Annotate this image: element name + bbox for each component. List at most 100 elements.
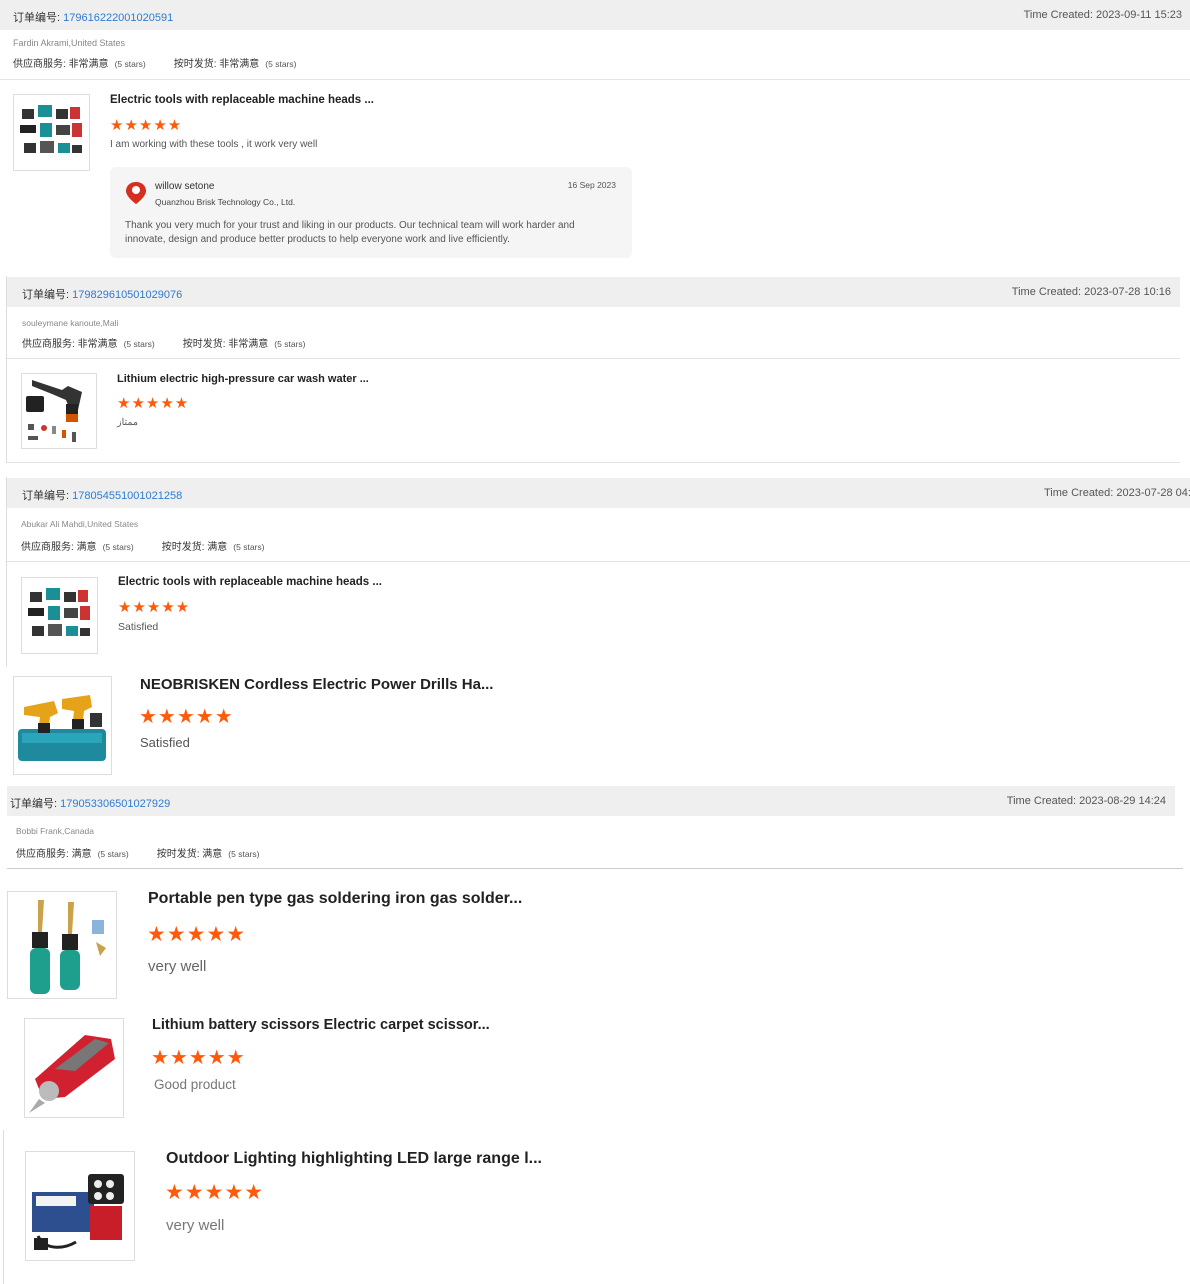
time-created: Time Created: 2023-07-28 10:16: [1012, 286, 1171, 298]
soldering-iron-image: [30, 900, 106, 994]
delivery-rating: 满意: [207, 542, 228, 553]
divider: [7, 868, 1183, 869]
order-number-link[interactable]: 179829610501029076: [72, 289, 182, 301]
product-image[interactable]: [24, 1018, 124, 1118]
product-title[interactable]: Outdoor Lighting highlighting LED large …: [166, 1150, 542, 1168]
seller-reply: willow setone Quanzhou Brisk Technology …: [110, 167, 632, 258]
star-rating: ★★★★★: [118, 599, 191, 616]
delivery-label: 按时发货:: [161, 542, 205, 553]
buyer-name: Bobbi Frank,Canada: [16, 826, 94, 836]
time-label: Time Created:: [1011, 286, 1082, 298]
power-drill-kit-image: [18, 695, 106, 761]
product-title[interactable]: Electric tools with replaceable machine …: [110, 94, 374, 106]
order-number-label: 订单编号:: [13, 12, 61, 24]
order-number-label: 订单编号:: [10, 798, 58, 810]
time-value: 2023-09-11 15:23: [1095, 9, 1182, 21]
electric-scissors-image: [29, 1035, 115, 1113]
order-number: 订单编号: 179829610501029076: [22, 286, 182, 302]
product-image[interactable]: [21, 577, 98, 654]
time-label: Time Created:: [1023, 9, 1093, 21]
tool-kit-image: [20, 105, 82, 153]
star-rating: ★★★★★: [139, 706, 234, 728]
supplier-rating: 满意: [76, 542, 97, 553]
divider: [7, 358, 1180, 359]
divider: [0, 79, 1190, 80]
product-image[interactable]: [21, 373, 97, 449]
delivery-rating: 非常满意: [219, 59, 260, 70]
delivery-rating: 非常满意: [228, 339, 269, 350]
product-title[interactable]: NEOBRISKEN Cordless Electric Power Drill…: [140, 676, 493, 693]
time-value: 2023-08-29 14:24: [1079, 795, 1166, 807]
delivery-stars: (5 stars): [228, 849, 260, 859]
supplier-rating: 非常满意: [68, 59, 109, 70]
delivery-stars: (5 stars): [265, 59, 297, 69]
supplier-service-label: 供应商服务:: [21, 542, 74, 553]
supplier-stars: (5 stars): [123, 339, 155, 349]
divider: [7, 561, 1190, 562]
reply-company: Quanzhou Brisk Technology Co., Ltd.: [155, 197, 296, 207]
time-value: 2023-07-28 04:29: [1116, 487, 1190, 499]
order-number-link[interactable]: 178054551001021258: [72, 490, 182, 502]
product-image[interactable]: [13, 94, 90, 171]
order-number-label: 订单编号:: [22, 490, 70, 502]
order-number: 订单编号: 179616222001020591: [13, 9, 173, 25]
reply-date: 16 Sep 2023: [567, 180, 616, 190]
product-title[interactable]: Portable pen type gas soldering iron gas…: [148, 890, 522, 908]
order-number-label: 订单编号:: [22, 289, 70, 301]
star-rating: ★★★★★: [117, 395, 190, 412]
delivery-stars: (5 stars): [233, 542, 265, 552]
card-border-left: [3, 1130, 4, 1284]
order-number-link[interactable]: 179053306501027929: [60, 798, 170, 810]
seller-ratings: 供应商服务: 满意 (5 stars) 按时发货: 满意 (5 stars): [16, 845, 259, 860]
car-wash-gun-image: [26, 380, 82, 442]
product-image[interactable]: [7, 891, 117, 999]
time-created: Time Created: 2023-09-11 15:23: [1024, 9, 1182, 21]
delivery-rating: 满意: [202, 849, 223, 860]
review-comment: Satisfied: [118, 621, 159, 633]
buyer-name: Abukar Ali Mahdi,United States: [21, 519, 139, 529]
order-number-link[interactable]: 179616222001020591: [63, 12, 173, 24]
order-header: 订单编号: 179616222001020591 Time Created: 2…: [0, 0, 1190, 30]
supplier-service-label: 供应商服务:: [22, 339, 75, 350]
seller-ratings: 供应商服务: 非常满意 (5 stars) 按时发货: 非常满意 (5 stars): [13, 55, 296, 70]
supplier-stars: (5 stars): [102, 542, 134, 552]
order-header: 订单编号: 179829610501029076 Time Created: 2…: [7, 277, 1180, 307]
review-comment: ممتاز: [117, 417, 138, 428]
divider: [7, 462, 1180, 463]
product-title[interactable]: Lithium electric high-pressure car wash …: [117, 373, 369, 385]
reply-author: willow setone: [155, 181, 215, 192]
supplier-rating: 非常满意: [77, 339, 118, 350]
star-rating: ★★★★★: [147, 923, 247, 946]
time-label: Time Created:: [1044, 487, 1114, 499]
product-title[interactable]: Electric tools with replaceable machine …: [118, 576, 382, 588]
product-title[interactable]: Lithium battery scissors Electric carpet…: [152, 1017, 490, 1033]
time-value: 2023-07-28 10:16: [1084, 286, 1171, 298]
star-rating: ★★★★★: [110, 117, 183, 134]
review-comment: very well: [166, 1217, 225, 1234]
review-comment: I am working with these tools , it work …: [110, 139, 318, 150]
order-number: 订单编号: 179053306501027929: [10, 795, 170, 811]
delivery-stars: (5 stars): [274, 339, 306, 349]
seller-ratings: 供应商服务: 满意 (5 stars) 按时发货: 满意 (5 stars): [21, 538, 264, 553]
order-number: 订单编号: 178054551001021258: [22, 487, 182, 503]
buyer-name: Fardin Akrami,United States: [13, 38, 126, 48]
delivery-label: 按时发货:: [156, 849, 200, 860]
supplier-stars: (5 stars): [114, 59, 146, 69]
review-comment: Satisfied: [140, 735, 190, 750]
reply-text-line1: Thank you very much for your trust and l…: [125, 220, 575, 231]
product-image[interactable]: [25, 1151, 135, 1261]
tool-kit-image: [28, 588, 90, 636]
led-light-image: [32, 1174, 124, 1250]
product-image[interactable]: [13, 676, 112, 775]
seller-logo-icon: [126, 182, 146, 204]
supplier-service-label: 供应商服务:: [13, 59, 66, 70]
seller-ratings: 供应商服务: 非常满意 (5 stars) 按时发货: 非常满意 (5 stars): [22, 335, 305, 350]
star-rating: ★★★★★: [151, 1047, 246, 1069]
buyer-name: souleymane kanoute,Mali: [22, 318, 119, 328]
supplier-rating: 满意: [71, 849, 92, 860]
delivery-label: 按时发货:: [182, 339, 226, 350]
time-label: Time Created:: [1006, 795, 1077, 807]
order-header: 订单编号: 179053306501027929 Time Created: 2…: [7, 786, 1175, 816]
time-created: Time Created: 2023-08-29 14:24: [1007, 795, 1166, 807]
reply-text-line2: innovate, design and produce better prod…: [125, 234, 510, 245]
